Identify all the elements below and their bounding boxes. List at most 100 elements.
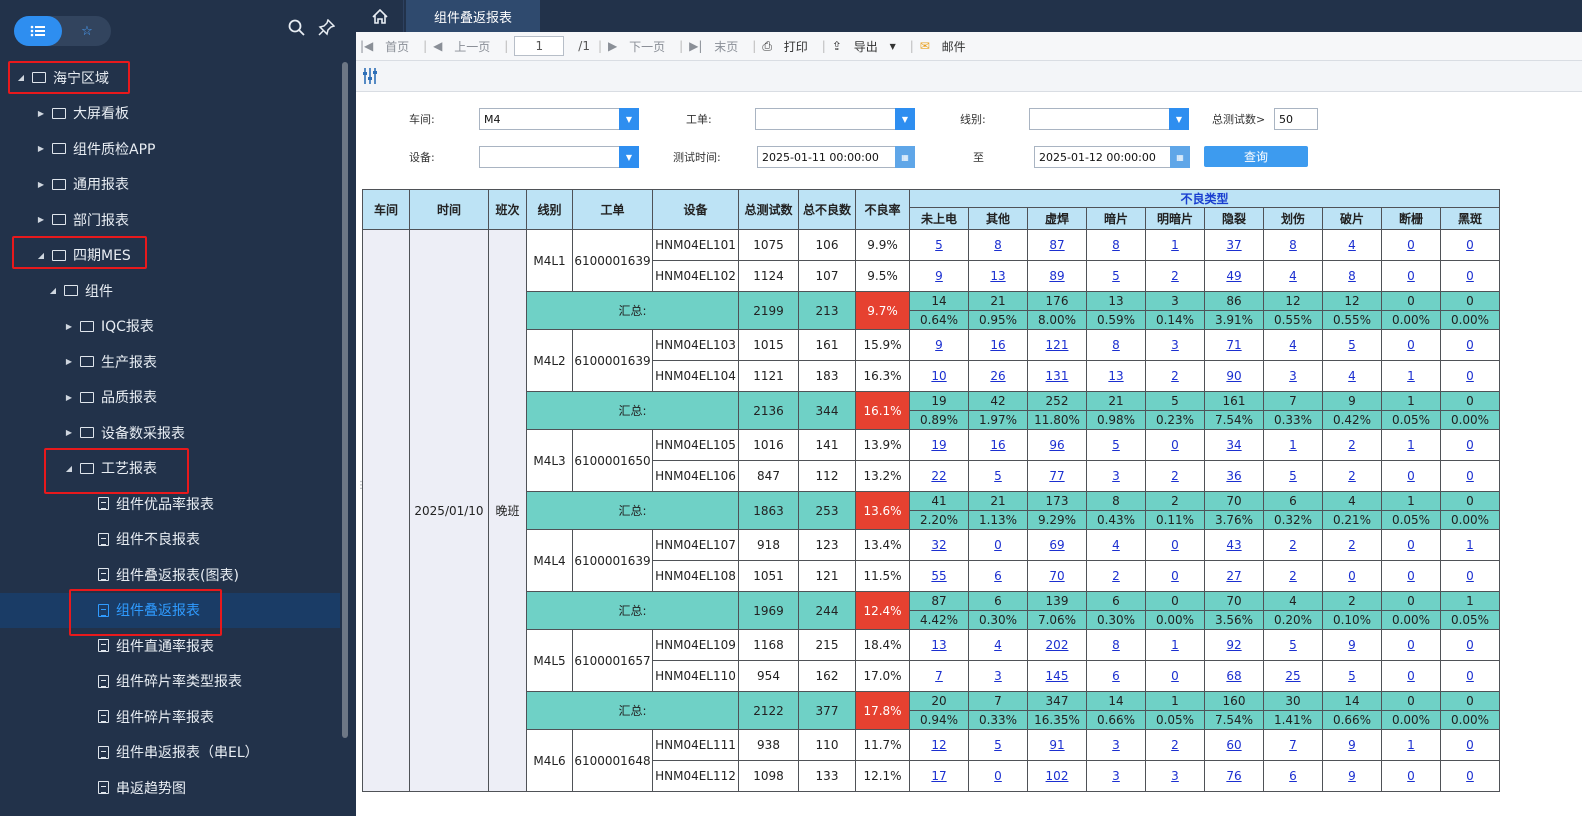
defect-count-link[interactable]: 43: [1226, 538, 1241, 552]
home-tab[interactable]: [356, 0, 404, 32]
sidebar-item[interactable]: ◢ 组件: [0, 273, 340, 309]
defect-count-link[interactable]: 3: [1112, 769, 1120, 783]
defect-count-link[interactable]: 5: [1348, 669, 1356, 683]
defect-count-link[interactable]: 1: [1466, 538, 1474, 552]
defect-count-link[interactable]: 92: [1226, 638, 1241, 652]
sidebar-item[interactable]: ◢ 工艺报表: [0, 451, 340, 487]
menu-view-button[interactable]: [14, 16, 62, 46]
chevron-down-icon[interactable]: ▼: [1169, 108, 1189, 130]
defect-count-link[interactable]: 69: [1049, 538, 1064, 552]
defect-count-link[interactable]: 1: [1407, 369, 1415, 383]
defect-count-link[interactable]: 0: [1407, 769, 1415, 783]
defect-count-link[interactable]: 0: [1407, 469, 1415, 483]
sidebar-item[interactable]: 组件叠返报表(图表): [0, 557, 340, 593]
collapsed-arrow-icon[interactable]: ▶: [64, 428, 74, 437]
export-button[interactable]: ⇪ 导出 ▼: [832, 38, 904, 55]
defect-count-link[interactable]: 5: [1348, 338, 1356, 352]
defect-count-link[interactable]: 36: [1226, 469, 1241, 483]
defect-count-link[interactable]: 145: [1046, 669, 1069, 683]
defect-count-link[interactable]: 12: [931, 738, 946, 752]
defect-count-link[interactable]: 8: [1112, 338, 1120, 352]
sidebar-item[interactable]: 组件直通率报表: [0, 628, 340, 664]
sidebar-item[interactable]: 组件优品率报表: [0, 486, 340, 522]
sidebar-item[interactable]: 组件叠返报表: [0, 592, 340, 628]
sidebar-item[interactable]: 组件串返报表（串EL）: [0, 735, 340, 771]
chevron-down-icon[interactable]: ▼: [619, 146, 639, 168]
defect-count-link[interactable]: 9: [935, 269, 943, 283]
calendar-icon[interactable]: ▦: [895, 146, 915, 168]
defect-count-link[interactable]: 102: [1046, 769, 1069, 783]
defect-count-link[interactable]: 96: [1049, 438, 1064, 452]
defect-count-link[interactable]: 16: [990, 438, 1005, 452]
defect-count-link[interactable]: 3: [994, 669, 1002, 683]
defect-count-link[interactable]: 2: [1289, 538, 1297, 552]
sidebar-item[interactable]: ▶ 生产报表: [0, 344, 340, 380]
defect-count-link[interactable]: 70: [1049, 569, 1064, 583]
device-select[interactable]: ▼: [479, 146, 639, 168]
defect-count-link[interactable]: 55: [931, 569, 946, 583]
defect-count-link[interactable]: 9: [1348, 638, 1356, 652]
workshop-select[interactable]: M4 ▼: [479, 108, 639, 130]
sidebar-item[interactable]: ▶ 通用报表: [0, 167, 340, 203]
defect-count-link[interactable]: 3: [1112, 738, 1120, 752]
defect-count-link[interactable]: 6: [1112, 669, 1120, 683]
defect-count-link[interactable]: 49: [1226, 269, 1241, 283]
defect-count-link[interactable]: 60: [1226, 738, 1241, 752]
defect-count-link[interactable]: 4: [1348, 369, 1356, 383]
sidebar-item[interactable]: ▶ 设备数采报表: [0, 415, 340, 451]
collapsed-arrow-icon[interactable]: ▶: [64, 322, 74, 331]
defect-count-link[interactable]: 32: [931, 538, 946, 552]
search-icon[interactable]: [288, 19, 305, 40]
page-number-input[interactable]: 1: [514, 36, 565, 56]
sidebar-item[interactable]: 组件碎片率报表: [0, 699, 340, 735]
defect-count-link[interactable]: 0: [994, 538, 1002, 552]
sidebar-item[interactable]: 串返趋势图: [0, 770, 340, 806]
defect-count-link[interactable]: 2: [1171, 469, 1179, 483]
defect-count-link[interactable]: 0: [1407, 569, 1415, 583]
defect-count-link[interactable]: 9: [1348, 738, 1356, 752]
defect-count-link[interactable]: 4: [1289, 269, 1297, 283]
defect-count-link[interactable]: 27: [1226, 569, 1241, 583]
sidebar-item[interactable]: ◢ 四期MES: [0, 238, 340, 274]
defect-count-link[interactable]: 4: [1289, 338, 1297, 352]
defect-count-link[interactable]: 4: [994, 638, 1002, 652]
defect-count-link[interactable]: 0: [1466, 738, 1474, 752]
defect-count-link[interactable]: 13: [931, 638, 946, 652]
expanded-arrow-icon[interactable]: ◢: [48, 286, 58, 295]
collapsed-arrow-icon[interactable]: ▶: [64, 357, 74, 366]
defect-count-link[interactable]: 0: [1466, 469, 1474, 483]
defect-count-link[interactable]: 89: [1049, 269, 1064, 283]
defect-count-link[interactable]: 37: [1226, 238, 1241, 252]
splitter-handle[interactable]: ⋮: [356, 480, 366, 500]
defect-count-link[interactable]: 0: [1407, 669, 1415, 683]
filter-settings-icon[interactable]: [362, 67, 378, 89]
time-to-input[interactable]: 2025-01-12 00:00:00 ▦: [1034, 146, 1190, 168]
defect-count-link[interactable]: 0: [1466, 769, 1474, 783]
print-button[interactable]: ⎙ 打印: [762, 38, 815, 55]
defect-count-link[interactable]: 68: [1226, 669, 1241, 683]
collapsed-arrow-icon[interactable]: ▶: [36, 180, 46, 189]
calendar-icon[interactable]: ▦: [1170, 146, 1190, 168]
defect-count-link[interactable]: 2: [1171, 269, 1179, 283]
defect-count-link[interactable]: 0: [1348, 569, 1356, 583]
defect-count-link[interactable]: 6: [994, 569, 1002, 583]
defect-count-link[interactable]: 0: [1466, 269, 1474, 283]
defect-count-link[interactable]: 5: [1289, 638, 1297, 652]
defect-count-link[interactable]: 91: [1049, 738, 1064, 752]
defect-count-link[interactable]: 19: [931, 438, 946, 452]
defect-count-link[interactable]: 7: [1289, 738, 1297, 752]
defect-count-link[interactable]: 16: [990, 338, 1005, 352]
defect-count-link[interactable]: 34: [1226, 438, 1241, 452]
defect-count-link[interactable]: 5: [935, 238, 943, 252]
defect-count-link[interactable]: 4: [1348, 238, 1356, 252]
defect-count-link[interactable]: 90: [1226, 369, 1241, 383]
defect-count-link[interactable]: 9: [1348, 769, 1356, 783]
defect-count-link[interactable]: 2: [1348, 438, 1356, 452]
first-page-button[interactable]: |◀ 首页: [360, 38, 417, 55]
defect-count-link[interactable]: 5: [1289, 469, 1297, 483]
defect-count-link[interactable]: 1: [1171, 238, 1179, 252]
collapsed-arrow-icon[interactable]: ▶: [64, 393, 74, 402]
defect-count-link[interactable]: 0: [1171, 669, 1179, 683]
defect-count-link[interactable]: 13: [990, 269, 1005, 283]
defect-count-link[interactable]: 3: [1112, 469, 1120, 483]
